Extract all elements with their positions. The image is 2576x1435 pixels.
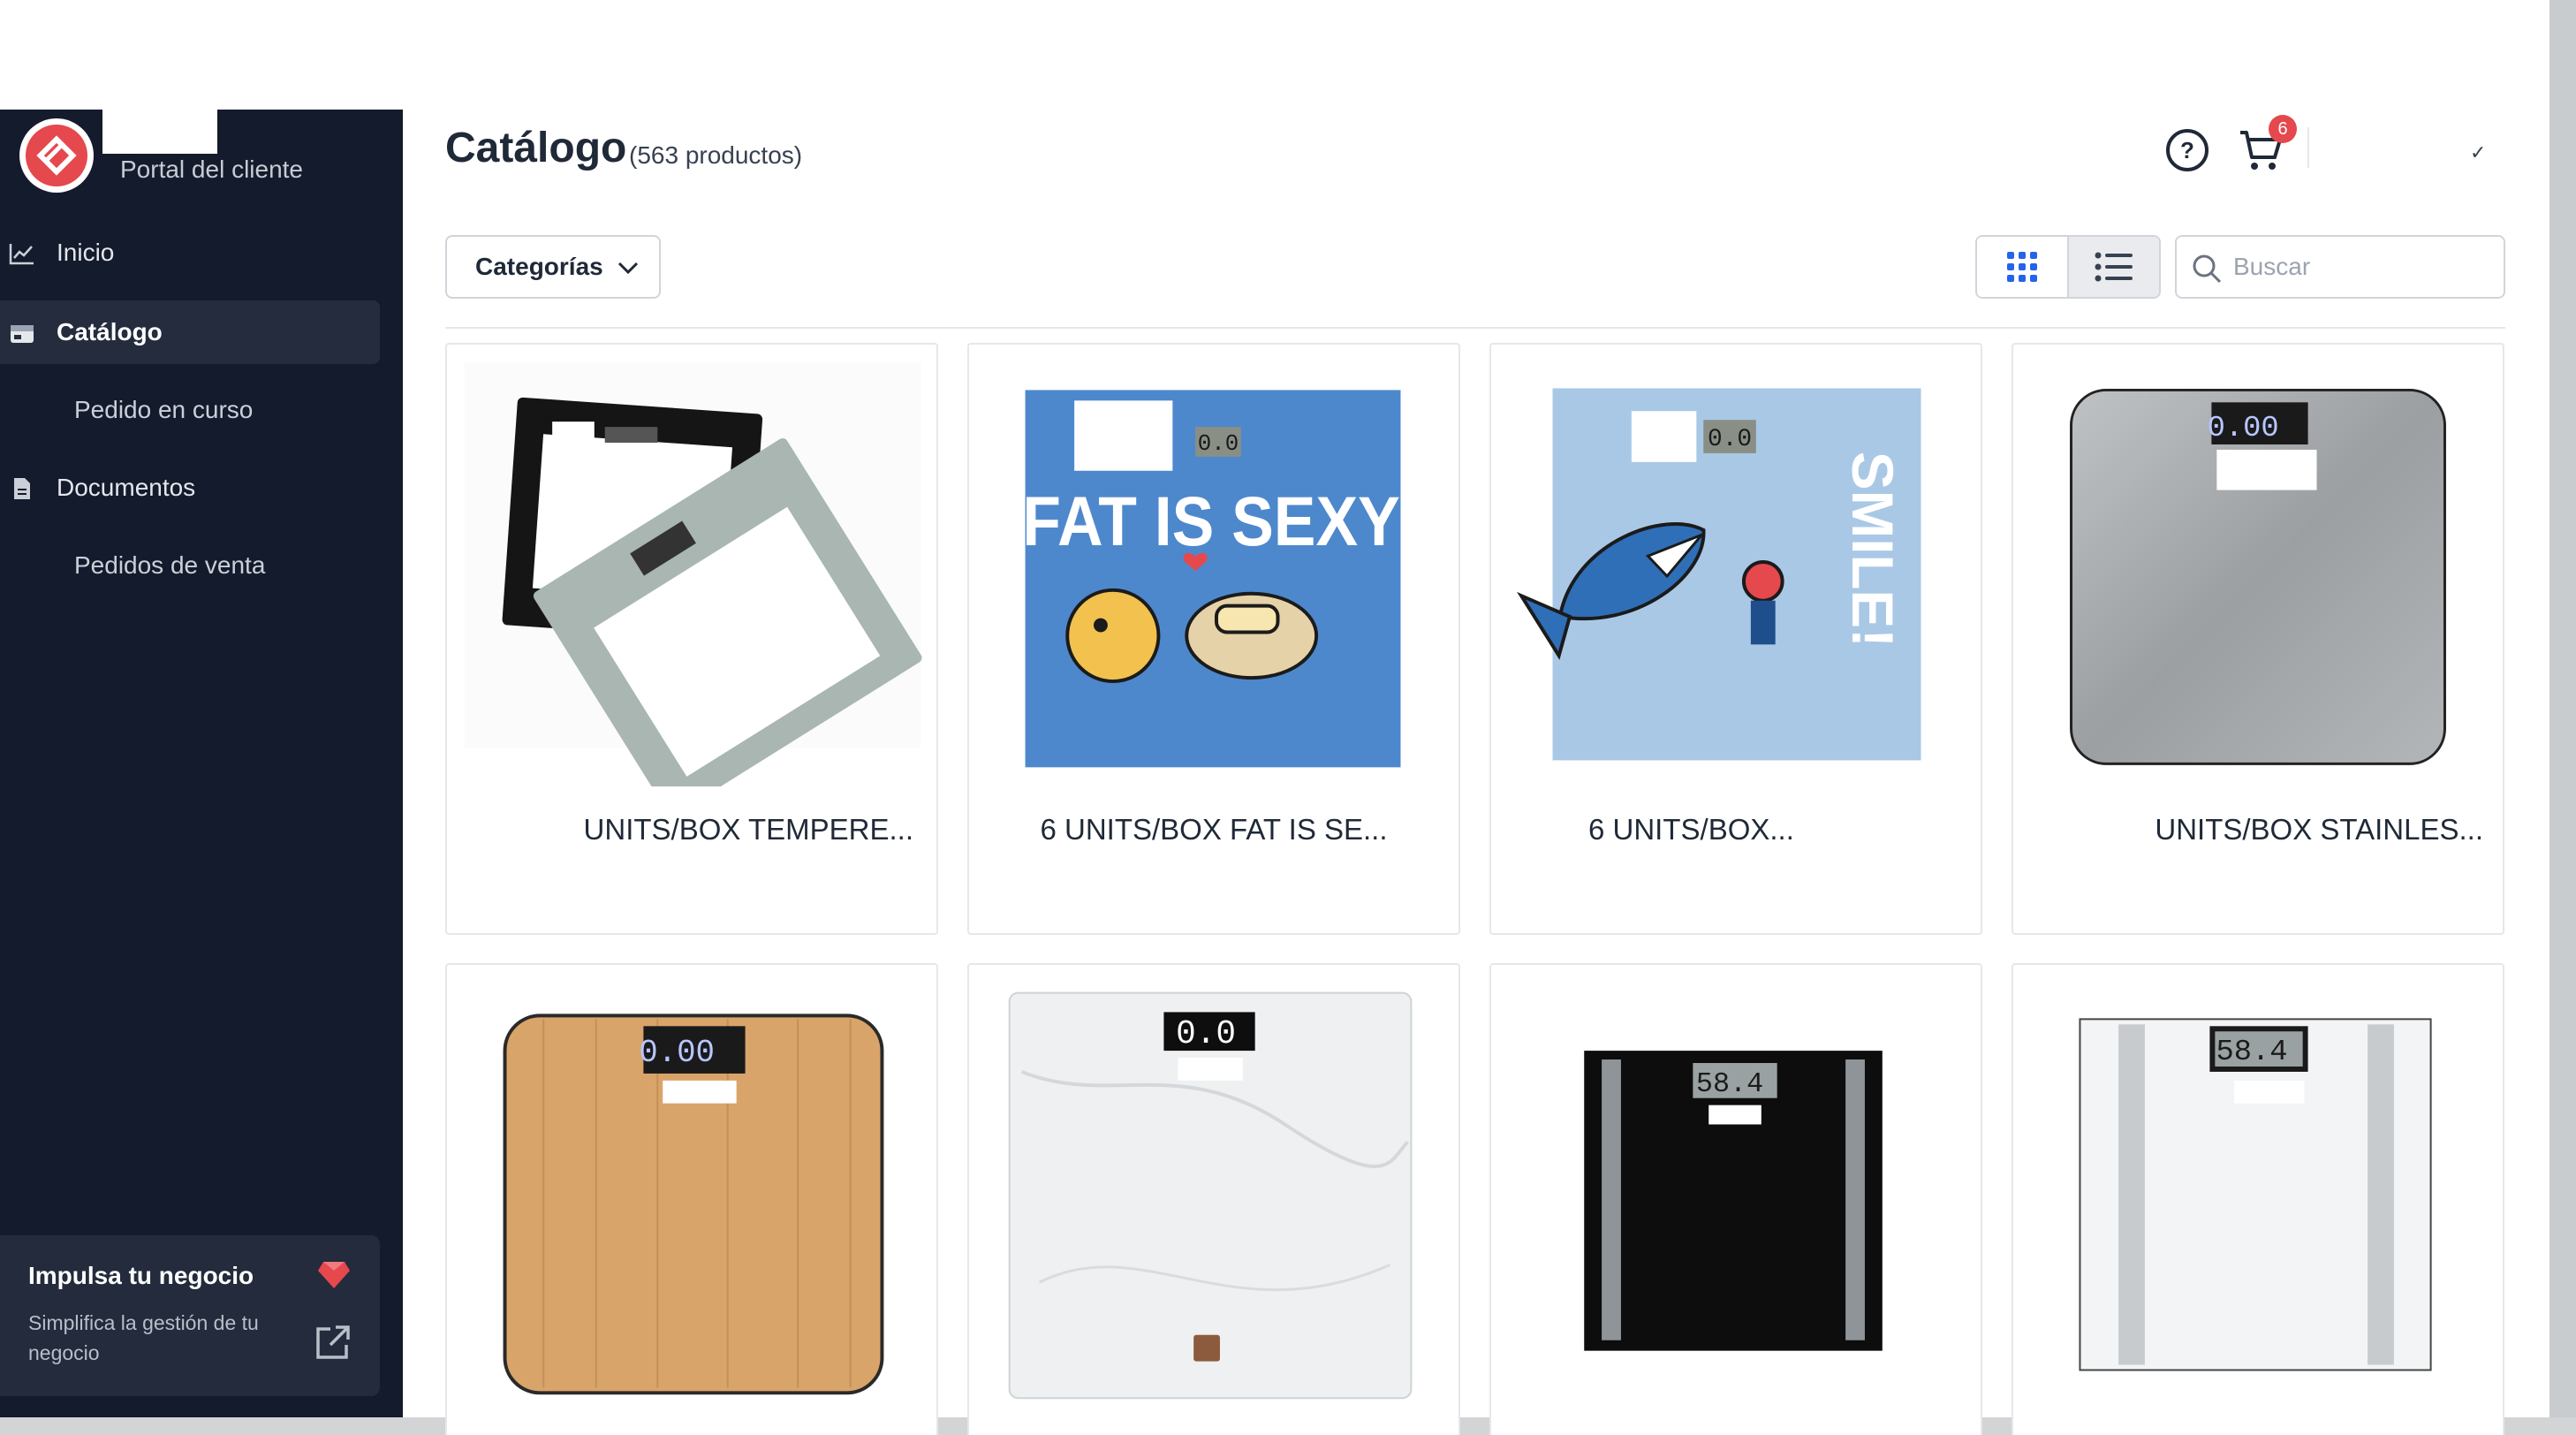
product-image: 0.0 [969,966,1458,1406]
view-toggle [1975,235,2161,299]
chevron-down-icon [617,262,639,275]
sidebar-item-label: Inicio [57,239,115,266]
product-card[interactable]: 58.4 [1489,963,1982,1435]
fat-is-sexy-text: FAT IS SEXY [1022,482,1400,560]
svg-text:?: ? [2180,137,2194,163]
product-card[interactable]: 0.0 FAT IS SEXY 6 UNITS/BOX FAT IS SE... [967,343,1460,935]
sidebar-item-pedido-en-curso[interactable]: Pedido en curso [0,378,380,442]
product-image: 58.4 [2013,966,2503,1406]
product-card[interactable]: 0.00 [445,963,938,1435]
product-card[interactable]: UNITS/BOX TEMPERE... [445,343,938,935]
product-card[interactable]: 0.0 [967,963,1460,1435]
product-name: 6 UNITS/BOX FAT IS SE... [1040,813,1388,846]
sidebar-item-pedidos-de-venta[interactable]: Pedidos de venta [0,534,380,597]
page-title: Catálogo [445,125,627,171]
lcd-display: 0.00 [639,1035,715,1071]
promo-title: Impulsa tu negocio [28,1262,254,1289]
sidebar-item-label: Documentos [57,474,196,501]
product-name: UNITS/BOX TEMPERE... [583,813,913,846]
help-icon[interactable]: ? [2164,127,2210,173]
promo-card[interactable]: Impulsa tu negocio Simplifica la gestión… [0,1235,380,1396]
smile-text: SMILE! [1840,452,1905,648]
product-image: 58.4 [1491,966,1981,1406]
sidebar-item-inicio[interactable]: Inicio [0,221,380,285]
search-input[interactable] [2233,247,2489,286]
product-image: 0.00 [447,966,936,1406]
header-divider [2307,127,2309,168]
brand-logo[interactable] [19,118,94,193]
sidebar-item-label: Pedidos de venta [74,551,266,579]
lcd-display: 58.4 [2216,1036,2288,1069]
user-menu-toggle[interactable]: ✓ [2470,141,2489,163]
storefront-icon [11,325,34,343]
lcd-display: 0.0 [1176,1016,1236,1053]
chart-line-icon [9,244,34,265]
lcd-display: 0.0 [1708,426,1752,453]
desktop-edge [2549,0,2576,1435]
sidebar: Portal del cliente Inicio Catálogo Pedid… [0,110,403,1417]
company-name-redacted [102,110,217,154]
header-divider-line [445,327,2505,329]
grid-view-button[interactable] [1977,237,2069,297]
lcd-display: 0.00 [2208,412,2279,445]
product-name: UNITS/BOX STAINLES... [2155,813,2483,846]
categories-label: Categorías [475,253,603,280]
portal-title: Portal del cliente [120,156,304,183]
sidebar-item-catalogo[interactable]: Catálogo [0,300,380,364]
lcd-display: 0.0 [1198,431,1239,457]
search-icon [2193,254,2222,284]
list-icon [2095,252,2133,282]
diamond-logo-icon [36,135,77,176]
categories-dropdown[interactable]: Categorías [445,235,661,299]
sidebar-item-label: Pedido en curso [74,396,254,423]
gem-icon [318,1262,350,1288]
product-card[interactable]: 0.00 UNITS/BOX STAINLES... [2012,343,2504,935]
sidebar-item-label: Catálogo [57,318,163,345]
document-icon [14,478,30,499]
external-link-icon[interactable] [313,1322,353,1363]
product-image [447,345,936,786]
cart-count-badge: 6 [2269,115,2297,143]
sidebar-item-documentos[interactable]: Documentos [0,456,380,520]
product-name: 6 UNITS/BOX... [1588,813,1794,846]
product-image: 0.00 [2013,345,2503,786]
grid-icon [2007,252,2037,282]
brand-logo-mark [26,125,87,186]
lcd-display: 58.4 [1696,1068,1763,1100]
search-box [2175,235,2505,299]
list-view-button[interactable] [2069,237,2159,297]
product-count: (563 productos) [629,141,803,169]
product-card[interactable]: 58.4 [2012,963,2504,1435]
product-image: 0.0 SMILE! [1491,345,1981,786]
product-card[interactable]: 0.0 SMILE! 6 UNITS/BOX... [1489,343,1982,935]
promo-text: Simplifica la gestión de tu negocio [28,1311,259,1364]
product-image: 0.0 FAT IS SEXY [969,345,1458,786]
